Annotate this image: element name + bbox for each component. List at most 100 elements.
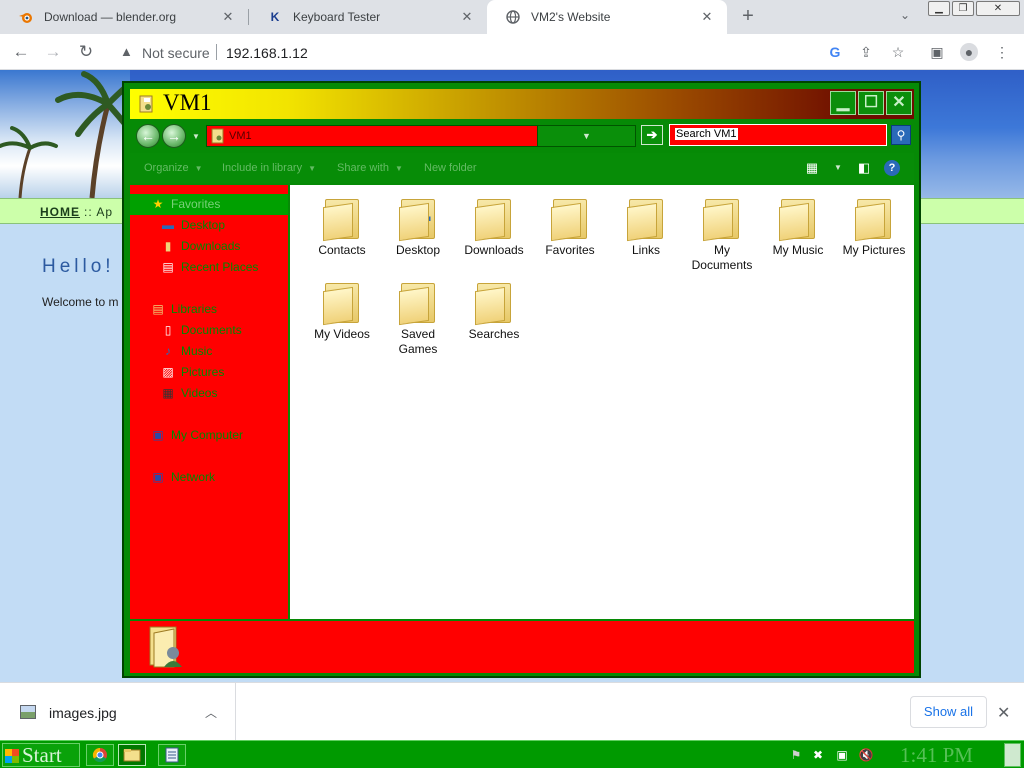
include-in-library-button[interactable]: Include in library ▼ (222, 162, 316, 174)
nav-videos[interactable]: ▦ Videos (160, 386, 217, 400)
new-tab-button[interactable]: + (738, 6, 758, 26)
nav-downloads[interactable]: ▮ Downloads (160, 239, 241, 253)
back-button[interactable]: ← (10, 41, 32, 63)
nav-home-link[interactable]: HOME (40, 205, 80, 219)
folder-label: My Pictures (842, 243, 906, 257)
folder-label: Links (631, 243, 660, 257)
folder-item[interactable]: ⚲Searches (456, 279, 532, 342)
address-dropdown[interactable]: ▼ (537, 126, 635, 146)
folder-item[interactable]: ▨My Pictures (836, 195, 912, 258)
minimize-button[interactable]: ▁ (830, 91, 856, 115)
flag-icon[interactable]: ⚑ (788, 747, 804, 763)
nav-desktop[interactable]: ▬ Desktop (160, 218, 225, 232)
close-icon[interactable]: ✕ (997, 703, 1010, 723)
share-icon[interactable]: ⇪ (857, 43, 875, 61)
search-icon[interactable]: ⚲ (891, 125, 911, 145)
folder-item[interactable]: ▦My Videos (304, 279, 380, 342)
chevron-up-icon[interactable]: ︿ (205, 704, 217, 721)
reload-button[interactable]: ↻ (75, 41, 97, 63)
organize-button[interactable]: Organize ▼ (144, 162, 203, 174)
back-button[interactable]: ← (136, 124, 160, 148)
nav-recent-places[interactable]: ▤ Recent Places (160, 260, 258, 274)
close-icon[interactable]: ✕ (459, 9, 475, 25)
view-options-icon[interactable]: ▦ (804, 160, 820, 176)
maximize-button[interactable]: ☐ (858, 91, 884, 115)
address-bar[interactable]: ▲ Not secure 192.168.1.12 (108, 38, 918, 66)
chrome-icon (92, 747, 107, 763)
close-icon[interactable]: ✕ (699, 9, 715, 25)
show-all-button[interactable]: Show all (910, 696, 987, 728)
nav-label: Recent Places (181, 260, 259, 274)
nav-favorites[interactable]: ★ Favorites (150, 197, 221, 211)
folder-item[interactable]: ♪My Music (760, 195, 836, 258)
folder-icon (211, 128, 225, 144)
profile-icon[interactable]: ● (960, 43, 978, 61)
details-pane (130, 621, 914, 673)
menu-icon[interactable]: ⋮ (993, 43, 1011, 61)
minimize-button[interactable]: ▁ (928, 1, 950, 16)
new-folder-button[interactable]: New folder (424, 162, 477, 174)
nav-about-link[interactable]: :: Ap (84, 205, 113, 219)
share-with-button[interactable]: Share with ▼ (337, 162, 403, 174)
divider (216, 44, 217, 60)
folder-item[interactable]: ⬇Downloads (456, 195, 532, 258)
preview-pane-icon[interactable]: ◧ (856, 160, 872, 176)
nav-documents[interactable]: ▯ Documents (160, 323, 242, 337)
chrome-taskbar-button[interactable] (86, 744, 114, 766)
search-input[interactable]: Search VM1 (669, 124, 887, 146)
nav-libraries[interactable]: ▤ Libraries (150, 302, 217, 316)
nav-music[interactable]: ♪ Music (160, 344, 212, 358)
sidebar-icon[interactable]: ▣ (928, 43, 946, 61)
organize-label: Organize (144, 162, 189, 174)
network-tray-icon[interactable]: ▣ (834, 747, 850, 763)
taskbar: Start ⚑ ✖ ▣ 🔇 1:41 PM (0, 740, 1024, 768)
star-icon[interactable]: ☆ (889, 43, 907, 61)
folder-item[interactable]: ♠Saved Games (380, 279, 456, 357)
help-icon[interactable]: ? (884, 160, 900, 176)
volume-muted-icon[interactable]: 🔇 (858, 747, 874, 763)
action-center-icon[interactable]: ✖ (810, 747, 826, 763)
download-item[interactable]: images.jpg ︿ (0, 683, 236, 741)
nav-pictures[interactable]: ▨ Pictures (160, 365, 224, 379)
go-button[interactable]: ➔ (641, 125, 663, 145)
forward-button[interactable]: → (42, 41, 64, 63)
folder-item[interactable]: ➦Links (608, 195, 684, 258)
folder-label: Searches (468, 327, 520, 341)
chevron-down-icon[interactable]: ⌄ (896, 8, 914, 26)
close-window-button[interactable]: ✕ (976, 1, 1020, 16)
folder-item[interactable]: ▬Desktop (380, 195, 456, 258)
close-window-button[interactable]: ✕ (886, 91, 912, 115)
nav-label: Music (181, 344, 213, 358)
nav-label: My Computer (171, 428, 244, 442)
explorer-taskbar-button[interactable] (118, 744, 146, 766)
maximize-button[interactable]: ❐ (952, 1, 974, 16)
page-heading: Hello! (42, 256, 115, 277)
tab-vm2-website[interactable]: VM2's Website ✕ (487, 0, 727, 34)
include-label: Include in library (222, 162, 303, 174)
documents-icon: ▯ (164, 323, 172, 337)
nav-label: Favorites (171, 197, 221, 211)
explorer-titlebar[interactable]: VM1 ▁ ☐ ✕ (130, 89, 914, 119)
videos-icon: ▦ (323, 279, 361, 326)
show-desktop-button[interactable] (1004, 743, 1021, 767)
warning-icon: ▲ (120, 44, 133, 59)
close-icon[interactable]: ✕ (220, 9, 236, 25)
games-icon: ♠ (399, 279, 437, 326)
chevron-down-icon[interactable]: ▼ (830, 160, 846, 176)
explorer-address-field[interactable]: VM1 ▼ (206, 125, 636, 147)
nav-my-computer[interactable]: ▣ My Computer (150, 428, 243, 442)
forward-button[interactable]: → (162, 124, 186, 148)
nav-label: Libraries (171, 302, 218, 316)
tab-keyboard-tester[interactable]: K Keyboard Tester ✕ (249, 0, 487, 34)
folder-item[interactable]: ▤Contacts (304, 195, 380, 258)
address-text: VM1 (229, 130, 252, 142)
folder-item[interactable]: ★Favorites (532, 195, 608, 258)
clock[interactable]: 1:41 PM (900, 743, 973, 768)
folder-item[interactable]: ▯My Documents (684, 195, 760, 273)
chevron-down-icon[interactable]: ▼ (192, 132, 200, 141)
google-icon[interactable]: G (826, 43, 844, 61)
nav-network[interactable]: ▣ Network (150, 470, 215, 484)
start-button[interactable]: Start (2, 743, 80, 767)
notepad-taskbar-button[interactable] (158, 744, 186, 766)
tab-blender[interactable]: Download — blender.org ✕ (0, 0, 248, 34)
